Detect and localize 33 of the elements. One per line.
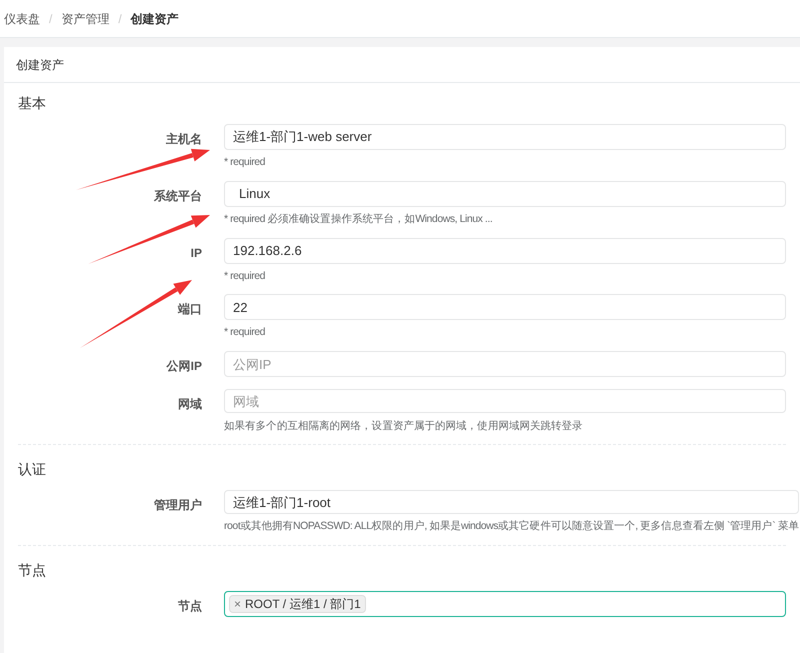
section-heading: 基本 — [18, 94, 47, 113]
breadcrumb-item[interactable]: 仪表盘 — [4, 10, 40, 28]
breadcrumb-item[interactable]: 资产管理 — [61, 10, 110, 28]
text-field[interactable]: 公网IP — [224, 351, 786, 377]
select-field[interactable]: 运维1-部门1-root — [224, 490, 799, 514]
help-text: * required — [224, 268, 266, 284]
section-heading: 节点 — [18, 561, 47, 580]
help-text: * required — [224, 325, 266, 340]
field-label: 网域 — [178, 397, 202, 411]
breadcrumb-separator: / — [118, 10, 122, 28]
field-label: 节点 — [178, 599, 202, 613]
text-field[interactable]: 运维1-部门1-web server — [224, 124, 786, 150]
field-label: 端口 — [178, 302, 202, 316]
help-text: * required 必须准确设置操作系统平台，如Windows, Linux ... — [224, 212, 494, 227]
text-field[interactable]: 192.168.2.6 — [224, 238, 786, 264]
field-label: 系统平台 — [154, 188, 202, 203]
select-field[interactable]: Linux — [224, 180, 786, 207]
field-label: 主机名 — [166, 132, 202, 146]
text-field[interactable]: 22 — [224, 294, 786, 320]
field-label: IP — [190, 246, 202, 260]
section-heading: 认证 — [18, 460, 47, 480]
panel-title: 创建资产 — [16, 56, 64, 74]
help-text: root或其他拥有NOPASSWD: ALL权限的用户, 如果是windows或其它硬件可以随意设置一个, 更多信息查看左侧 `管理用户` 菜单 — [224, 519, 799, 534]
node-select-field[interactable]: × ROOT / 运维1 / 部门1 — [224, 591, 786, 617]
field-label: 公网IP — [166, 359, 202, 373]
text-field[interactable]: 网域 — [224, 389, 786, 413]
field-label: 管理用户 — [154, 498, 202, 512]
help-text: 如果有多个的互相隔离的网络，设置资产属于的网域，使用网域网关跳转登录 — [224, 418, 584, 434]
help-text: * required — [224, 155, 266, 170]
remove-tag-button[interactable]: × — [234, 595, 242, 613]
breadcrumb-item: 创建资产 — [130, 10, 179, 28]
tag-label: ROOT / 运维1 / 部门1 — [245, 596, 361, 613]
breadcrumb-separator: / — [49, 10, 52, 28]
